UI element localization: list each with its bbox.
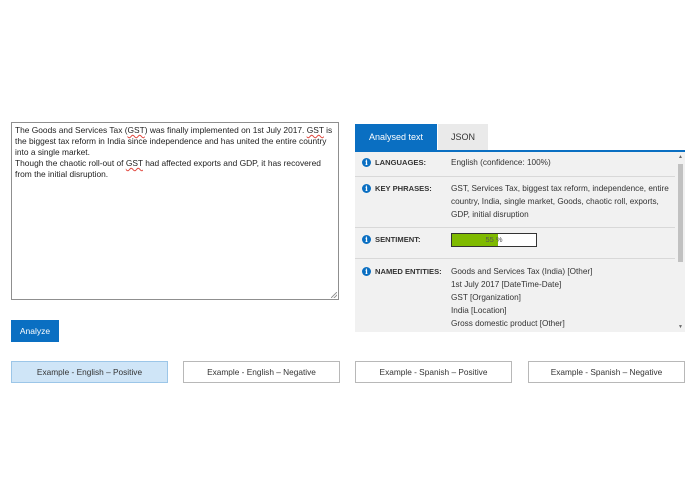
named-entity-item: India [Location]	[451, 306, 507, 315]
example-spanish-negative-button[interactable]: Example - Spanish – Negative	[528, 361, 685, 383]
languages-value: English (confidence: 100%)	[451, 158, 551, 167]
sentiment-bar: 55 %	[451, 233, 537, 247]
info-icon[interactable]: i	[362, 267, 371, 276]
key-phrases-value: GST, Services Tax, biggest tax reform, i…	[451, 184, 669, 219]
info-icon[interactable]: i	[362, 184, 371, 193]
languages-label: LANGUAGES:	[375, 158, 427, 167]
named-entities-list: Goods and Services Tax (India) [Other] 1…	[451, 265, 673, 330]
info-icon[interactable]: i	[362, 235, 371, 244]
text-segment: ) was finally implemented on 1st July 20…	[144, 125, 307, 135]
tab-json[interactable]: JSON	[438, 124, 488, 150]
results-tabs: Analysed text JSON	[355, 124, 488, 150]
key-phrases-label: KEY PHRASES:	[375, 184, 432, 193]
tab-analysed-text[interactable]: Analysed text	[355, 124, 437, 150]
text-segment: The Goods and Services Tax (	[15, 125, 128, 135]
named-entity-item: Goods and Services Tax (India) [Other]	[451, 267, 593, 276]
sentiment-value: 55 %	[485, 235, 503, 244]
languages-row: i LANGUAGES: English (confidence: 100%)	[355, 152, 675, 174]
example-english-positive-button[interactable]: Example - English – Positive	[11, 361, 168, 383]
resize-grip-icon[interactable]	[331, 292, 337, 298]
named-entity-item: GST [Organization]	[451, 293, 521, 302]
named-entity-item: 1st July 2017 [DateTime-Date]	[451, 280, 562, 289]
input-paragraph-2: Though the chaotic roll-out of GST had a…	[15, 158, 334, 180]
input-text-content[interactable]: The Goods and Services Tax (GST) was fin…	[15, 125, 334, 180]
named-entities-label: NAMED ENTITIES:	[375, 267, 442, 276]
spellcheck-word: GST	[306, 125, 324, 135]
scroll-down-arrow-icon[interactable]: ▼	[677, 323, 684, 331]
named-entities-row: i NAMED ENTITIES: Goods and Services Tax…	[355, 259, 675, 332]
text-input-area[interactable]: The Goods and Services Tax (GST) was fin…	[11, 122, 339, 300]
example-spanish-positive-button[interactable]: Example - Spanish – Positive	[355, 361, 512, 383]
named-entity-item: Gross domestic product [Other]	[451, 319, 565, 328]
key-phrases-row: i KEY PHRASES: GST, Services Tax, bigges…	[355, 177, 675, 227]
results-panel: i LANGUAGES: English (confidence: 100%) …	[355, 152, 685, 332]
analyze-button[interactable]: Analyze	[11, 320, 59, 342]
spellcheck-word: GST	[125, 158, 143, 168]
spellcheck-word: GST	[127, 125, 145, 135]
sentiment-label: SENTIMENT:	[375, 235, 421, 244]
sentiment-row: i SENTIMENT: 55 %	[355, 228, 675, 258]
text-segment: Though the chaotic roll-out of	[15, 158, 126, 168]
example-english-negative-button[interactable]: Example - English – Negative	[183, 361, 340, 383]
results-scrollbar[interactable]: ▲ ▼	[676, 152, 685, 332]
input-paragraph-1: The Goods and Services Tax (GST) was fin…	[15, 125, 334, 158]
scroll-thumb[interactable]	[678, 164, 683, 262]
scroll-up-arrow-icon[interactable]: ▲	[677, 153, 684, 161]
info-icon[interactable]: i	[362, 158, 371, 167]
